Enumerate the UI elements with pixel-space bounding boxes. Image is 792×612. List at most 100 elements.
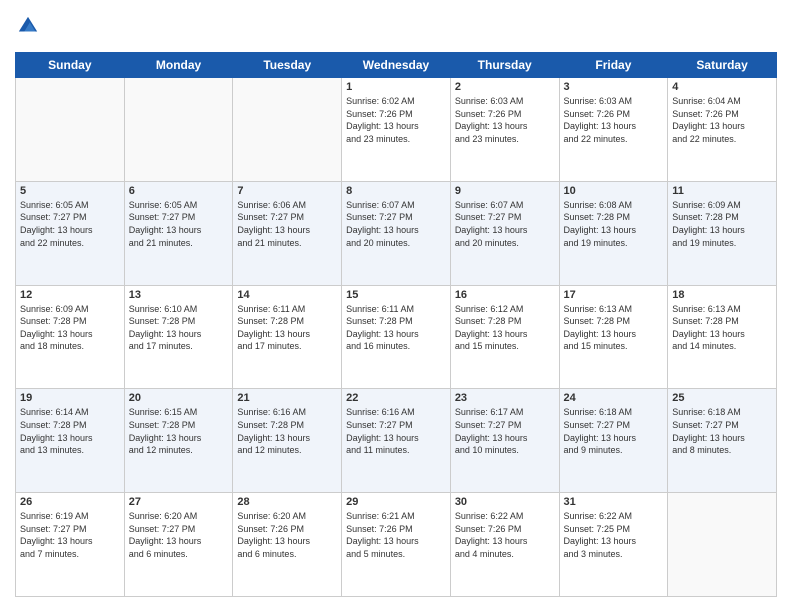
calendar-day-cell: 17 Sunrise: 6:13 AM Sunset: 7:28 PM Dayli… [559, 285, 668, 389]
calendar-day-cell: 30 Sunrise: 6:22 AM Sunset: 7:26 PM Dayli… [450, 493, 559, 597]
day-info: Sunrise: 6:13 AM Sunset: 7:28 PM Dayligh… [564, 303, 664, 353]
calendar-day-cell: 21 Sunrise: 6:16 AM Sunset: 7:28 PM Dayli… [233, 389, 342, 493]
day-number: 11 [672, 185, 772, 197]
day-header-tuesday: Tuesday [233, 53, 342, 78]
calendar-day-cell: 3 Sunrise: 6:03 AM Sunset: 7:26 PM Daylig… [559, 78, 668, 182]
day-info: Sunrise: 6:13 AM Sunset: 7:28 PM Dayligh… [672, 303, 772, 353]
day-info: Sunrise: 6:03 AM Sunset: 7:26 PM Dayligh… [564, 95, 664, 145]
day-info: Sunrise: 6:22 AM Sunset: 7:25 PM Dayligh… [564, 510, 664, 560]
day-info: Sunrise: 6:07 AM Sunset: 7:27 PM Dayligh… [455, 199, 555, 249]
day-header-wednesday: Wednesday [342, 53, 451, 78]
day-number: 13 [129, 289, 229, 301]
day-info: Sunrise: 6:18 AM Sunset: 7:27 PM Dayligh… [672, 406, 772, 456]
day-number: 7 [237, 185, 337, 197]
day-info: Sunrise: 6:05 AM Sunset: 7:27 PM Dayligh… [129, 199, 229, 249]
day-number: 28 [237, 496, 337, 508]
calendar-day-cell: 5Sunrise: 6:05 AM Sunset: 7:27 PM Daylig… [16, 181, 125, 285]
day-number: 19 [20, 392, 120, 404]
calendar-day-cell: 4 Sunrise: 6:04 AM Sunset: 7:26 PM Daylig… [668, 78, 777, 182]
day-info: Sunrise: 6:07 AM Sunset: 7:27 PM Dayligh… [346, 199, 446, 249]
day-info: Sunrise: 6:11 AM Sunset: 7:28 PM Dayligh… [346, 303, 446, 353]
day-number: 8 [346, 185, 446, 197]
calendar-day-cell: 19Sunrise: 6:14 AM Sunset: 7:28 PM Dayli… [16, 389, 125, 493]
day-number: 26 [20, 496, 120, 508]
day-number: 22 [346, 392, 446, 404]
calendar-day-cell: 31 Sunrise: 6:22 AM Sunset: 7:25 PM Dayli… [559, 493, 668, 597]
calendar-page: SundayMondayTuesdayWednesdayThursdayFrid… [0, 0, 792, 612]
day-number: 29 [346, 496, 446, 508]
day-number: 18 [672, 289, 772, 301]
calendar-day-cell: 22Sunrise: 6:16 AM Sunset: 7:27 PM Dayli… [342, 389, 451, 493]
day-info: Sunrise: 6:20 AM Sunset: 7:27 PM Dayligh… [129, 510, 229, 560]
calendar-day-cell [233, 78, 342, 182]
day-info: Sunrise: 6:17 AM Sunset: 7:27 PM Dayligh… [455, 406, 555, 456]
calendar-day-cell: 1 Sunrise: 6:02 AM Sunset: 7:26 PM Daylig… [342, 78, 451, 182]
calendar-day-cell: 20 Sunrise: 6:15 AM Sunset: 7:28 PM Dayli… [124, 389, 233, 493]
day-number: 2 [455, 81, 555, 93]
day-info: Sunrise: 6:09 AM Sunset: 7:28 PM Dayligh… [672, 199, 772, 249]
calendar-day-cell [16, 78, 125, 182]
day-number: 1 [346, 81, 446, 93]
calendar-day-cell [124, 78, 233, 182]
day-number: 14 [237, 289, 337, 301]
day-header-monday: Monday [124, 53, 233, 78]
calendar-day-cell: 9 Sunrise: 6:07 AM Sunset: 7:27 PM Daylig… [450, 181, 559, 285]
day-number: 30 [455, 496, 555, 508]
day-number: 16 [455, 289, 555, 301]
day-info: Sunrise: 6:18 AM Sunset: 7:27 PM Dayligh… [564, 406, 664, 456]
day-info: Sunrise: 6:02 AM Sunset: 7:26 PM Dayligh… [346, 95, 446, 145]
day-number: 23 [455, 392, 555, 404]
day-info: Sunrise: 6:11 AM Sunset: 7:28 PM Dayligh… [237, 303, 337, 353]
day-number: 21 [237, 392, 337, 404]
calendar-day-cell: 12Sunrise: 6:09 AM Sunset: 7:28 PM Dayli… [16, 285, 125, 389]
day-info: Sunrise: 6:03 AM Sunset: 7:26 PM Dayligh… [455, 95, 555, 145]
calendar-week-row: 1 Sunrise: 6:02 AM Sunset: 7:26 PM Daylig… [16, 78, 777, 182]
day-header-sunday: Sunday [16, 53, 125, 78]
day-info: Sunrise: 6:10 AM Sunset: 7:28 PM Dayligh… [129, 303, 229, 353]
calendar-day-cell: 27 Sunrise: 6:20 AM Sunset: 7:27 PM Dayli… [124, 493, 233, 597]
day-info: Sunrise: 6:20 AM Sunset: 7:26 PM Dayligh… [237, 510, 337, 560]
calendar-day-cell: 8 Sunrise: 6:07 AM Sunset: 7:27 PM Daylig… [342, 181, 451, 285]
day-info: Sunrise: 6:22 AM Sunset: 7:26 PM Dayligh… [455, 510, 555, 560]
calendar-week-row: 12Sunrise: 6:09 AM Sunset: 7:28 PM Dayli… [16, 285, 777, 389]
day-info: Sunrise: 6:08 AM Sunset: 7:28 PM Dayligh… [564, 199, 664, 249]
calendar-day-cell: 28 Sunrise: 6:20 AM Sunset: 7:26 PM Dayli… [233, 493, 342, 597]
day-info: Sunrise: 6:16 AM Sunset: 7:28 PM Dayligh… [237, 406, 337, 456]
day-number: 10 [564, 185, 664, 197]
day-number: 5 [20, 185, 120, 197]
day-number: 15 [346, 289, 446, 301]
day-number: 12 [20, 289, 120, 301]
calendar-day-cell: 29 Sunrise: 6:21 AM Sunset: 7:26 PM Dayli… [342, 493, 451, 597]
day-number: 24 [564, 392, 664, 404]
calendar-day-cell: 26 Sunrise: 6:19 AM Sunset: 7:27 PM Dayli… [16, 493, 125, 597]
day-number: 3 [564, 81, 664, 93]
page-header [15, 15, 777, 42]
day-number: 27 [129, 496, 229, 508]
calendar-header-row: SundayMondayTuesdayWednesdayThursdayFrid… [16, 53, 777, 78]
day-info: Sunrise: 6:15 AM Sunset: 7:28 PM Dayligh… [129, 406, 229, 456]
calendar-day-cell: 23 Sunrise: 6:17 AM Sunset: 7:27 PM Dayli… [450, 389, 559, 493]
calendar-day-cell: 16Sunrise: 6:12 AM Sunset: 7:28 PM Dayli… [450, 285, 559, 389]
calendar-day-cell: 6 Sunrise: 6:05 AM Sunset: 7:27 PM Daylig… [124, 181, 233, 285]
day-number: 4 [672, 81, 772, 93]
calendar-day-cell: 18 Sunrise: 6:13 AM Sunset: 7:28 PM Dayli… [668, 285, 777, 389]
calendar-day-cell [668, 493, 777, 597]
day-info: Sunrise: 6:21 AM Sunset: 7:26 PM Dayligh… [346, 510, 446, 560]
calendar-day-cell: 15 Sunrise: 6:11 AM Sunset: 7:28 PM Dayli… [342, 285, 451, 389]
day-number: 9 [455, 185, 555, 197]
calendar-day-cell: 25 Sunrise: 6:18 AM Sunset: 7:27 PM Dayli… [668, 389, 777, 493]
calendar-day-cell: 7 Sunrise: 6:06 AM Sunset: 7:27 PM Daylig… [233, 181, 342, 285]
calendar-table: SundayMondayTuesdayWednesdayThursdayFrid… [15, 52, 777, 597]
calendar-day-cell: 13 Sunrise: 6:10 AM Sunset: 7:28 PM Dayli… [124, 285, 233, 389]
calendar-day-cell: 11 Sunrise: 6:09 AM Sunset: 7:28 PM Dayli… [668, 181, 777, 285]
day-number: 6 [129, 185, 229, 197]
day-number: 20 [129, 392, 229, 404]
calendar-day-cell: 14 Sunrise: 6:11 AM Sunset: 7:28 PM Dayli… [233, 285, 342, 389]
day-info: Sunrise: 6:19 AM Sunset: 7:27 PM Dayligh… [20, 510, 120, 560]
calendar-day-cell: 2 Sunrise: 6:03 AM Sunset: 7:26 PM Daylig… [450, 78, 559, 182]
day-number: 25 [672, 392, 772, 404]
day-number: 31 [564, 496, 664, 508]
day-info: Sunrise: 6:04 AM Sunset: 7:26 PM Dayligh… [672, 95, 772, 145]
day-info: Sunrise: 6:06 AM Sunset: 7:27 PM Dayligh… [237, 199, 337, 249]
day-number: 17 [564, 289, 664, 301]
